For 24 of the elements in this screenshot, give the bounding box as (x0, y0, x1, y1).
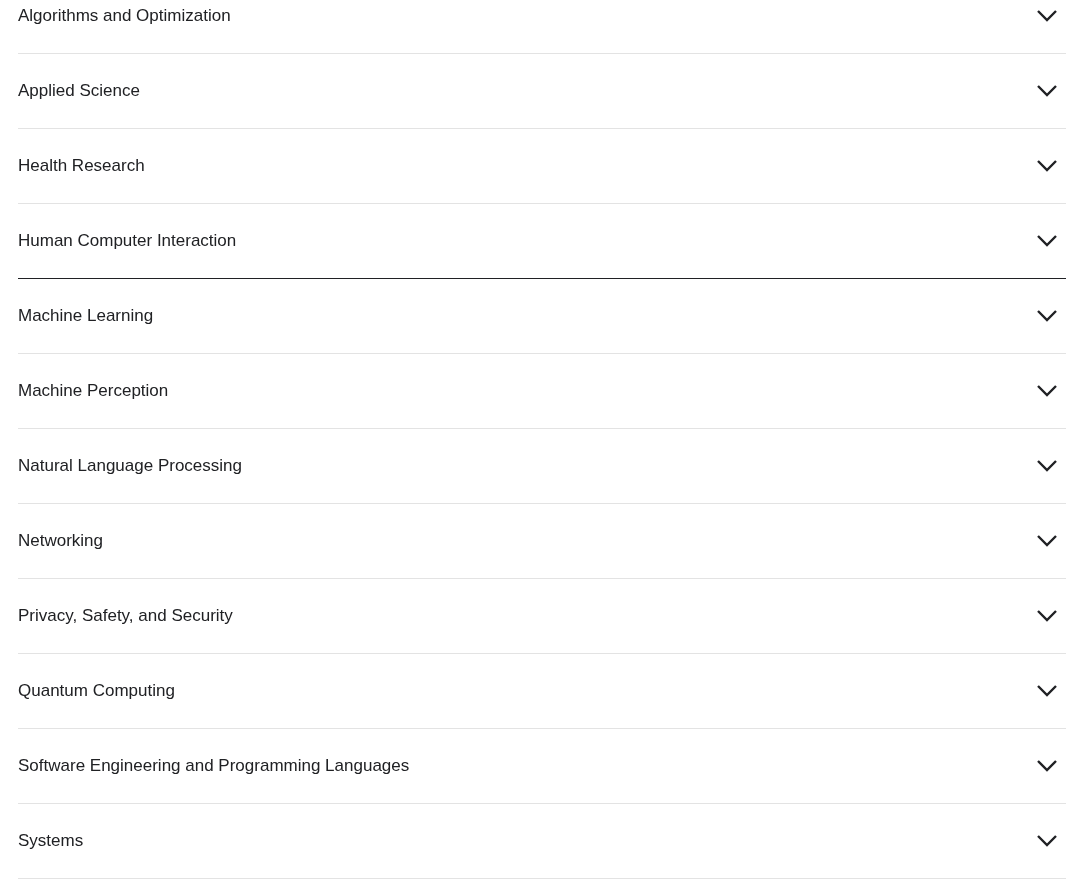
accordion-item[interactable]: Health Research (18, 129, 1066, 204)
accordion-item[interactable]: Applied Science (18, 54, 1066, 129)
chevron-icon (1036, 684, 1058, 698)
chevron-icon (1036, 459, 1058, 473)
accordion-item[interactable]: Privacy, Safety, and Security (18, 579, 1066, 654)
chevron-icon (1036, 159, 1058, 173)
accordion-item[interactable]: Machine Perception (18, 354, 1066, 429)
chevron-icon (1036, 84, 1058, 98)
chevron-icon (1036, 609, 1058, 623)
accordion-item[interactable]: Quantum Computing (18, 654, 1066, 729)
accordion-item[interactable]: Natural Language Processing (18, 429, 1066, 504)
chevron-icon (1036, 384, 1058, 398)
chevron-icon (1036, 9, 1058, 23)
chevron-icon (1036, 534, 1058, 548)
accordion-item[interactable]: Software Engineering and Programming Languages (18, 729, 1066, 804)
accordion-item[interactable]: Algorithms and Optimization (18, 0, 1066, 54)
accordion-item[interactable]: Systems (18, 804, 1066, 879)
accordion-item[interactable]: Human Computer Interaction (18, 204, 1066, 279)
accordion-item[interactable]: Machine Learning (18, 279, 1066, 354)
chevron-icon (1036, 759, 1058, 773)
chevron-icon (1036, 234, 1058, 248)
chevron-icon (1036, 834, 1058, 848)
chevron-icon (1036, 309, 1058, 323)
accordion-item[interactable]: Networking (18, 504, 1066, 579)
